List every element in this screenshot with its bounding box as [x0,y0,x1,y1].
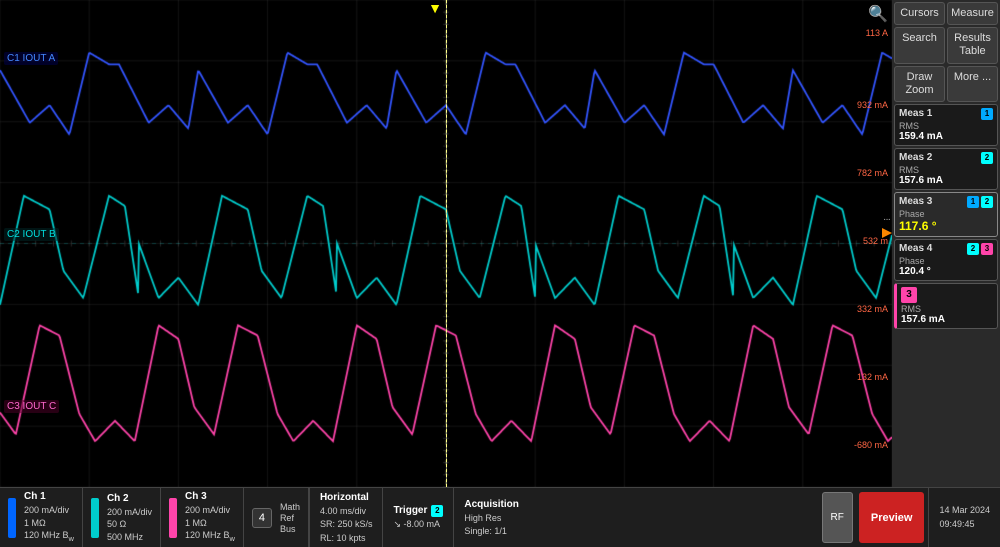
meas4-type: Phase [899,256,993,266]
ch3-line2: 1 MΩ [185,517,235,530]
math-ref-bus: Math Ref Bus [280,502,300,534]
time-text: 09:49:45 [939,518,990,532]
mid-btn-row: Search Results Table [894,27,998,63]
right-panel: Cursors Measure Search Results Table Dra… [892,0,1000,487]
meas3-type: Phase [899,209,993,219]
ch2-name: Ch 2 [107,492,152,506]
more-button[interactable]: More ... [947,66,998,102]
acquisition-title: Acquisition [464,497,518,512]
preview-button[interactable]: Preview [859,492,925,543]
ch1-line1: 200 mA/div [24,504,74,517]
ch2-details: Ch 2 200 mA/div 50 Ω 500 MHz [107,492,152,544]
ch2-indicator [91,498,99,538]
meas3-box[interactable]: Meas 3 1 2 Phase 117.6 ° [894,192,998,237]
ch2-label: C2 IOUT B [4,228,59,241]
horizontal-section: Horizontal 4.00 ms/div SR: 250 kS/s RL: … [309,488,383,547]
ch2-line3: 500 MHz [107,531,152,544]
meas3-ch1-badge: 1 [967,196,979,208]
ch3-indicator [169,498,177,538]
ch3-info: Ch 3 200 mA/div 1 MΩ 120 MHz Bw [161,488,244,547]
y-label-932mA: 932 mA [857,100,888,110]
top-trigger-indicator: ▼ [428,0,442,16]
trigger-arrow [882,228,892,238]
ch1-name: Ch 1 [24,490,74,504]
top-btn-row: Cursors Measure [894,2,998,25]
ch3-label: C3 IOUT C [4,400,59,413]
trigger-value: ↘ -8.00 mA [393,518,443,532]
scope-dots-menu[interactable]: ··· [883,214,890,225]
meas4-ch2-badge: 2 [967,243,979,255]
trigger-ch-badge: 2 [431,505,443,517]
meas4-ch3-badge: 3 [981,243,993,255]
y-label-113A: 113 A [866,28,888,38]
ch3-name: Ch 3 [185,490,235,504]
meas1-type: RMS [899,121,993,131]
meas4-label: Meas 4 [899,243,932,254]
meas3-label: Meas 3 [899,196,932,207]
ch3-line3: 120 MHz Bw [185,529,235,544]
ch4-badge: 4 [252,508,272,528]
meas1-value: 159.4 mA [899,131,993,142]
draw-zoom-button[interactable]: Draw Zoom [894,66,945,102]
meas1-box[interactable]: Meas 1 1 RMS 159.4 mA [894,104,998,146]
meas4-value: 120.4 ° [899,266,993,277]
horizontal-line2: SR: 250 kS/s [320,518,373,532]
math-label: Math [280,502,300,512]
ch1-label: C1 IOUT A [4,52,58,65]
ch3-details: Ch 3 200 mA/div 1 MΩ 120 MHz Bw [185,490,235,544]
search-button[interactable]: Search [894,27,945,63]
ch2-info: Ch 2 200 mA/div 50 Ω 500 MHz [83,488,161,547]
ch2-line1: 200 mA/div [107,506,152,519]
ch1-info: Ch 1 200 mA/div 1 MΩ 120 MHz Bw [0,488,83,547]
date-text: 14 Mar 2024 [939,504,990,518]
trigger-title: Trigger [393,503,427,518]
bus-label: Bus [280,524,300,534]
ch2-line2: 50 Ω [107,518,152,531]
meas2-box[interactable]: Meas 2 2 RMS 157.6 mA [894,148,998,190]
main-area: 113 A 932 mA 782 mA 532 m 332 mA 132 mA … [0,0,1000,487]
ch4-section: 4 Math Ref Bus [244,488,309,547]
meas2-type: RMS [899,165,993,175]
ch3-rms-type: RMS [901,304,993,314]
acquisition-line2: Single: 1/1 [464,525,518,539]
ch1-line2: 1 MΩ [24,517,74,530]
horizontal-title: Horizontal [320,490,373,505]
meas2-ch-badge: 2 [981,152,993,164]
results-table-button[interactable]: Results Table [947,27,998,63]
meas1-ch-badge: 1 [981,108,993,120]
trigger-section: Trigger 2 ↘ -8.00 mA [382,488,453,547]
ref-label: Ref [280,513,300,523]
y-label-680mA: -680 mA [854,440,888,450]
horizontal-line3: RL: 10 kpts [320,532,373,546]
cursor-center-line [446,0,447,487]
meas2-label: Meas 2 [899,152,932,163]
meas2-value: 157.6 mA [899,175,993,186]
rf-button[interactable]: RF [822,492,853,543]
meas3-ch2-badge: 2 [981,196,993,208]
meas3-value: 117.6 ° [899,219,993,233]
y-label-132mA: 132 mA [857,372,888,382]
measure-button[interactable]: Measure [947,2,998,25]
scope-search-icon[interactable]: 🔍 [868,4,888,24]
acquisition-section: Acquisition High Res Single: 1/1 [453,488,528,547]
bottom-bar: Ch 1 200 mA/div 1 MΩ 120 MHz Bw Ch 2 200… [0,487,1000,547]
ch3-rms-box[interactable]: 3 RMS 157.6 mA [894,283,998,329]
ch1-line3: 120 MHz Bw [24,529,74,544]
ch1-indicator [8,498,16,538]
ch3-rms-badge: 3 [901,287,917,303]
acquisition-line1: High Res [464,512,518,526]
ch3-line1: 200 mA/div [185,504,235,517]
y-label-782mA: 782 mA [857,168,888,178]
spacer [529,488,820,547]
datetime-section: 14 Mar 2024 09:49:45 [928,488,1000,547]
ch3-rms-value: 157.6 mA [901,314,993,325]
cursors-button[interactable]: Cursors [894,2,945,25]
horizontal-line1: 4.00 ms/div [320,505,373,519]
ch1-details: Ch 1 200 mA/div 1 MΩ 120 MHz Bw [24,490,74,544]
y-label-332mA: 332 mA [857,304,888,314]
meas1-label: Meas 1 [899,108,932,119]
bottom-btn-row: Draw Zoom More ... [894,66,998,102]
meas4-box[interactable]: Meas 4 2 3 Phase 120.4 ° [894,239,998,281]
scope-screen: 113 A 932 mA 782 mA 532 m 332 mA 132 mA … [0,0,892,487]
